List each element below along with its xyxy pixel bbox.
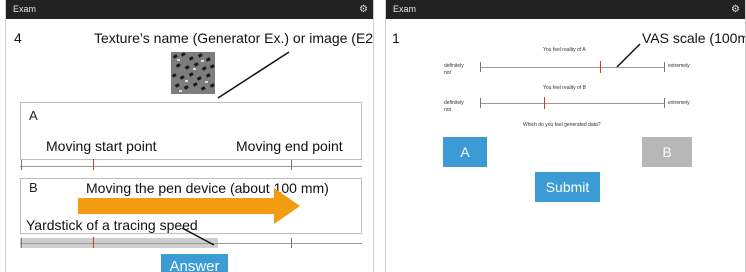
choice-a-button[interactable]: A [443,137,487,167]
exam-window-left: Exam ⚙ 4 Texture’s name (Generator Ex.) … [5,0,374,272]
answer-button[interactable]: Answer [161,254,228,272]
choice-b-button[interactable]: B [642,137,692,167]
scale-a-marker[interactable] [599,61,601,73]
scale-b-marker[interactable] [544,97,546,109]
scale-a-end-tick [664,62,665,72]
scale-b-right-label: extremely [668,100,690,106]
scale-b-end-tick [664,98,665,108]
vas-pointer-line [616,43,641,68]
scale-b-line[interactable] [480,103,665,104]
scale-b-left-label-2: not [444,107,451,113]
scale-a-start-tick [480,62,481,72]
scale-a-line[interactable] [480,67,665,68]
scale-a-right-label: extremely [668,63,690,69]
exam-window-right: Exam ⚙ 1 VAS scale (100mm You feel reali… [385,0,746,272]
scale-b-prompt: You feel reality of B [543,85,586,91]
choice-question: Which do you feel generated data? [523,122,601,128]
submit-button[interactable]: Submit [535,172,600,202]
scale-b-start-tick [480,98,481,108]
yardstick-pointer-line [181,227,215,246]
scale-a-prompt: You feel reality of A [543,47,586,53]
scale-b-left-label: definitely [444,100,464,106]
scale-a-left-label-2: not [444,70,451,76]
scale-a-left-label: definitely [444,63,464,69]
